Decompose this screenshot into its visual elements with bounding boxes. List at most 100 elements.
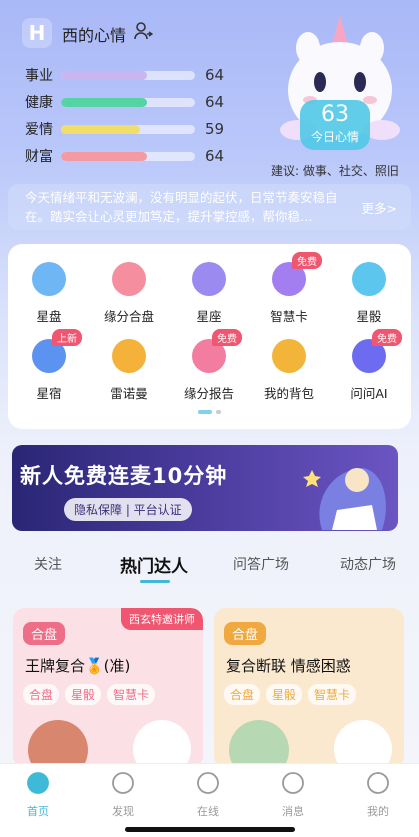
stat-row: 事业 64 bbox=[25, 65, 235, 85]
nav-label: 在线 bbox=[197, 805, 219, 818]
banner-sub: 隐私保障 | 平台认证 bbox=[64, 498, 192, 521]
stat-label: 健康 bbox=[25, 95, 53, 111]
feature-badge: 上新 bbox=[52, 329, 82, 346]
app-logo: H bbox=[22, 18, 52, 48]
stat-label: 财富 bbox=[25, 149, 53, 165]
nav-label: 发现 bbox=[112, 805, 134, 818]
feature-money-bag[interactable]: 我的背包 bbox=[250, 339, 328, 409]
home-indicator bbox=[125, 827, 295, 832]
stat-value: 64 bbox=[205, 66, 225, 84]
feature-label: 我的背包 bbox=[263, 386, 314, 401]
feature-grid: 星盘 缘分合盘 星座 免费 智慧卡 星骰 上新 星宿 雷诺曼 免费 缘分报告 我… bbox=[8, 244, 411, 429]
expert-title: 王牌复合🏅(准) bbox=[25, 657, 131, 675]
expert-chip: 合盘 bbox=[224, 684, 261, 705]
feature-report[interactable]: 免费 缘分报告 bbox=[170, 329, 248, 409]
stat-label: 爱情 bbox=[25, 122, 53, 138]
feature-label: 智慧卡 bbox=[270, 309, 308, 324]
expert-chip: 智慧卡 bbox=[107, 684, 156, 705]
expert-card[interactable]: 合盘 复合断联 情感困惑 合盘 星骰 智慧卡 bbox=[214, 608, 404, 768]
feature-constellation[interactable]: 星座 bbox=[170, 262, 248, 332]
nav-compass[interactable]: 发现 bbox=[93, 770, 153, 819]
feature-robot[interactable]: 免费 问问AI bbox=[330, 329, 408, 409]
feature-label: 缘分报告 bbox=[183, 386, 234, 401]
feature-label: 星骰 bbox=[356, 309, 382, 324]
stat-bar-fill bbox=[61, 124, 141, 134]
expert-title: 复合断联 情感困惑 bbox=[226, 657, 351, 675]
tab-hot-experts[interactable]: 热门达人 bbox=[120, 552, 188, 577]
feature-lenormand[interactable]: 雷诺曼 bbox=[90, 339, 168, 409]
stat-bar bbox=[61, 124, 195, 134]
suggestion-text: 建议: 做事、社交、照旧 bbox=[271, 164, 399, 178]
header: H 西的心情 事业 64 健康 64 爱情 59 财富 64 63 今日心情 建议: … bbox=[0, 0, 419, 240]
chair-icon[interactable] bbox=[334, 720, 392, 768]
star-chart-icon bbox=[32, 262, 66, 296]
mood-value: 63 bbox=[321, 102, 349, 127]
feature-label: 缘分合盘 bbox=[103, 309, 154, 324]
expert-card[interactable]: 合盘 西玄特邀讲师 王牌复合🏅(准) 合盘 星骰 智慧卡 bbox=[13, 608, 203, 768]
nav-bell[interactable]: 消息 bbox=[263, 770, 323, 819]
expert-tag: 合盘 bbox=[224, 622, 267, 645]
expert-chip: 星骰 bbox=[266, 684, 303, 705]
profile-icon bbox=[367, 772, 389, 794]
expert-tag: 合盘 bbox=[23, 622, 66, 645]
feature-badge: 免费 bbox=[212, 329, 242, 346]
feature-label: 星宿 bbox=[36, 386, 62, 401]
headphones-icon bbox=[197, 772, 219, 794]
avatar bbox=[229, 720, 289, 768]
compass-icon bbox=[112, 772, 134, 794]
expert-ribbon: 西玄特邀讲师 bbox=[121, 608, 203, 630]
feature-moon-clock[interactable]: 上新 星宿 bbox=[10, 329, 88, 409]
nav-label: 消息 bbox=[282, 805, 304, 818]
fortune-text: 今天情绪平和无波澜，没有明显的起伏，日常节奏安稳自在。踏实会让心灵更加笃定，提升… bbox=[25, 190, 338, 224]
expert-chip: 智慧卡 bbox=[308, 684, 357, 705]
feature-label: 星座 bbox=[196, 309, 222, 324]
feature-badge: 免费 bbox=[292, 252, 322, 269]
tab-feed-plaza[interactable]: 动态广场 bbox=[340, 554, 396, 574]
home-icon bbox=[27, 772, 49, 794]
feature-dice[interactable]: 星骰 bbox=[330, 262, 408, 332]
chair-icon[interactable] bbox=[133, 720, 191, 768]
feature-badge: 免费 bbox=[372, 329, 402, 346]
stat-bar-fill bbox=[61, 151, 147, 161]
bell-icon bbox=[282, 772, 304, 794]
stat-row: 爱情 59 bbox=[25, 119, 235, 139]
feature-star-chart[interactable]: 星盘 bbox=[10, 262, 88, 332]
promo-banner[interactable]: 新人免费连麦10分钟 隐私保障 | 平台认证 bbox=[12, 445, 398, 531]
tab-qa-plaza[interactable]: 问答广场 bbox=[233, 554, 289, 574]
content-tabs: 关注 热门达人 问答广场 动态广场 bbox=[0, 548, 419, 588]
nav-headphones[interactable]: 在线 bbox=[178, 770, 238, 819]
avatar bbox=[28, 720, 88, 768]
feature-hearts[interactable]: 缘分合盘 bbox=[90, 262, 168, 332]
stat-bar bbox=[61, 70, 195, 80]
stat-bar-fill bbox=[61, 70, 147, 80]
page-indicator bbox=[198, 410, 221, 414]
active-tab-indicator bbox=[140, 580, 170, 583]
bottom-nav: 首页 发现 在线 消息 我的 bbox=[0, 763, 419, 837]
expert-chip: 星骰 bbox=[65, 684, 102, 705]
nav-profile[interactable]: 我的 bbox=[348, 770, 408, 819]
stat-bar bbox=[61, 97, 195, 107]
stat-value: 59 bbox=[205, 120, 225, 138]
stat-row: 财富 64 bbox=[25, 146, 235, 166]
feature-label: 问问AI bbox=[350, 386, 388, 401]
tab-follow[interactable]: 关注 bbox=[34, 554, 62, 574]
stat-row: 健康 64 bbox=[25, 92, 235, 112]
hearts-icon bbox=[112, 262, 146, 296]
nav-home[interactable]: 首页 bbox=[8, 770, 68, 819]
stat-value: 64 bbox=[205, 147, 225, 165]
dice-icon bbox=[352, 262, 386, 296]
stat-value: 64 bbox=[205, 93, 225, 111]
money-bag-icon bbox=[272, 339, 306, 373]
page-dot-active bbox=[198, 410, 212, 414]
stat-bar-fill bbox=[61, 97, 147, 107]
feature-cards[interactable]: 免费 智慧卡 bbox=[250, 252, 328, 332]
feature-label: 雷诺曼 bbox=[110, 386, 148, 401]
more-link[interactable]: 更多> bbox=[362, 199, 397, 218]
stat-bar bbox=[61, 151, 195, 161]
mood-score-badge[interactable]: 63 今日心情 bbox=[300, 100, 370, 150]
nav-label: 首页 bbox=[27, 805, 49, 818]
banner-illustration bbox=[303, 468, 386, 530]
mood-label: 今日心情 bbox=[310, 130, 359, 144]
fortune-summary[interactable]: 今天情绪平和无波澜，没有明显的起伏，日常节奏安稳自在。踏实会让心灵更加笃定，提升… bbox=[8, 184, 411, 230]
switch-user-icon[interactable] bbox=[133, 21, 153, 41]
